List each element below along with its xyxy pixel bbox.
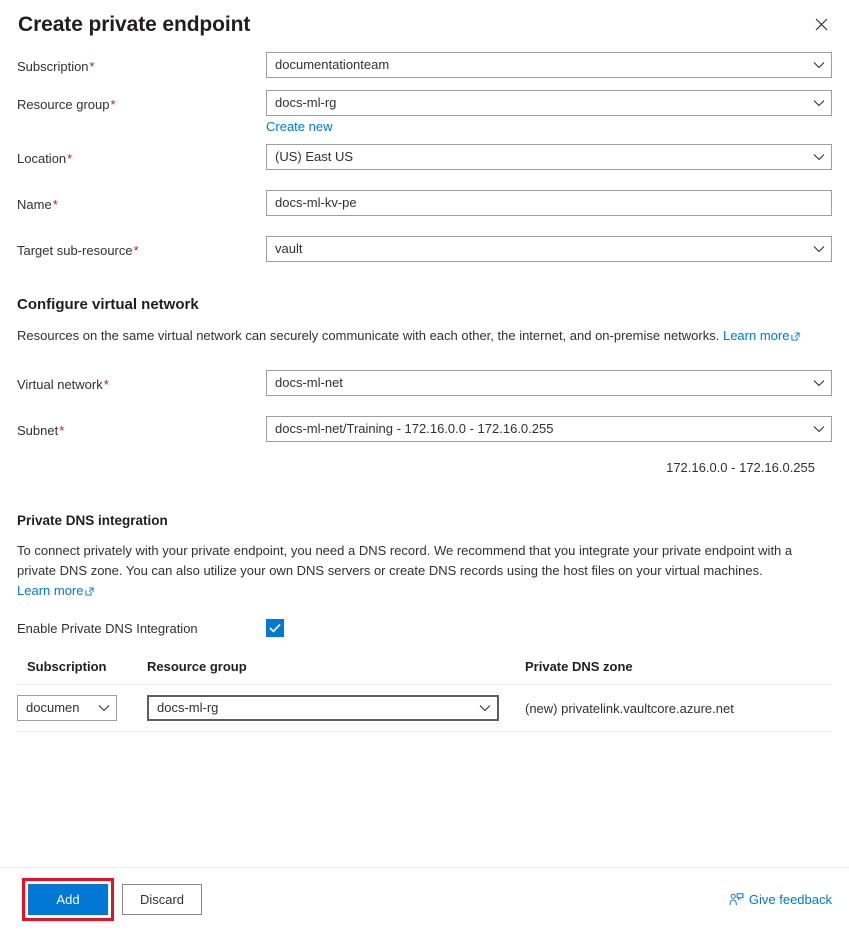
name-value: docs-ml-kv-pe: [275, 191, 825, 215]
label-location-text: Location: [17, 151, 66, 166]
table-header-row: Subscription Resource group Private DNS …: [17, 659, 832, 685]
label-subnet: Subnet*: [17, 416, 266, 444]
field-row-target-sub-resource: Target sub-resource* vault: [17, 236, 832, 264]
label-resource-group: Resource group*: [17, 90, 266, 118]
label-location: Location*: [17, 144, 266, 172]
required-asterisk: *: [59, 423, 64, 438]
external-link-icon: [85, 587, 94, 596]
page-title: Create private endpoint: [18, 10, 831, 40]
chevron-down-icon: [813, 99, 825, 107]
subscription-value: documentationteam: [275, 53, 807, 77]
virtual-network-value: docs-ml-net: [275, 371, 807, 395]
target-sub-resource-dropdown[interactable]: vault: [266, 236, 832, 262]
field-row-subscription: Subscription* documentationteam: [17, 52, 832, 80]
location-value: (US) East US: [275, 145, 807, 169]
row-subscription-dropdown[interactable]: documen: [17, 695, 117, 721]
subnet-value: docs-ml-net/Training - 172.16.0.0 - 172.…: [275, 417, 807, 441]
label-target-sub-resource-text: Target sub-resource: [17, 243, 133, 258]
enable-private-dns-checkbox[interactable]: [266, 619, 284, 637]
section-title-configure-virtual-network: Configure virtual network: [17, 296, 832, 313]
field-row-subnet: Subnet* docs-ml-net/Training - 172.16.0.…: [17, 416, 832, 444]
create-new-link[interactable]: Create new: [266, 119, 332, 134]
subnet-address-range: 172.16.0.0 - 172.16.0.255: [17, 460, 832, 475]
required-asterisk: *: [111, 97, 116, 112]
external-link-icon: [791, 332, 800, 341]
resource-group-value: docs-ml-rg: [275, 91, 807, 115]
chevron-down-icon: [479, 704, 491, 712]
label-target-sub-resource: Target sub-resource*: [17, 236, 266, 264]
control-target-sub-resource: vault: [266, 236, 832, 262]
vnet-learn-more-link[interactable]: Learn more: [723, 328, 789, 343]
required-asterisk: *: [53, 197, 58, 212]
vnet-description-text: Resources on the same virtual network ca…: [17, 328, 719, 343]
virtual-network-dropdown[interactable]: docs-ml-net: [266, 370, 832, 396]
field-row-location: Location* (US) East US: [17, 144, 832, 172]
control-virtual-network: docs-ml-net: [266, 370, 832, 396]
check-icon: [269, 623, 281, 633]
add-button-highlight: Add: [22, 878, 114, 921]
column-header-private-dns-zone: Private DNS zone: [525, 659, 832, 685]
location-dropdown[interactable]: (US) East US: [266, 144, 832, 170]
row-subscription-value: documen: [26, 696, 92, 720]
required-asterisk: *: [67, 151, 72, 166]
label-virtual-network: Virtual network*: [17, 370, 266, 398]
cell-private-dns-zone: (new) privatelink.vaultcore.azure.net: [525, 685, 832, 732]
label-virtual-network-text: Virtual network: [17, 377, 103, 392]
field-row-name: Name* docs-ml-kv-pe: [17, 190, 832, 218]
field-row-resource-group: Resource group* docs-ml-rg Create new: [17, 90, 832, 134]
control-subscription: documentationteam: [266, 52, 832, 78]
subscription-dropdown[interactable]: documentationteam: [266, 52, 832, 78]
target-sub-resource-value: vault: [275, 237, 807, 261]
label-subnet-text: Subnet: [17, 423, 58, 438]
dns-description: To connect privately with your private e…: [17, 541, 832, 601]
chevron-down-icon: [98, 704, 110, 712]
chevron-down-icon: [813, 61, 825, 69]
chevron-down-icon: [813, 379, 825, 387]
row-resource-group-value: docs-ml-rg: [157, 696, 473, 720]
resource-group-dropdown[interactable]: docs-ml-rg: [266, 90, 832, 116]
give-feedback-button[interactable]: Give feedback: [729, 892, 832, 907]
field-row-virtual-network: Virtual network* docs-ml-net: [17, 370, 832, 398]
cell-subscription: documen: [17, 685, 147, 732]
close-icon[interactable]: [805, 8, 837, 40]
label-resource-group-text: Resource group: [17, 97, 110, 112]
add-button[interactable]: Add: [28, 884, 108, 915]
required-asterisk: *: [90, 59, 95, 74]
panel-header: Create private endpoint: [0, 0, 849, 52]
column-header-subscription: Subscription: [17, 659, 147, 685]
chevron-down-icon: [813, 245, 825, 253]
label-subscription-text: Subscription: [17, 59, 89, 74]
required-asterisk: *: [104, 377, 109, 392]
give-feedback-label: Give feedback: [749, 892, 832, 907]
chevron-down-icon: [813, 153, 825, 161]
name-input[interactable]: docs-ml-kv-pe: [266, 190, 832, 216]
cell-resource-group: docs-ml-rg: [147, 685, 525, 732]
section-title-private-dns-integration: Private DNS integration: [17, 513, 832, 528]
column-header-resource-group: Resource group: [147, 659, 525, 685]
vnet-description: Resources on the same virtual network ca…: [17, 326, 832, 346]
subnet-dropdown[interactable]: docs-ml-net/Training - 172.16.0.0 - 172.…: [266, 416, 832, 442]
control-resource-group: docs-ml-rg Create new: [266, 90, 832, 134]
chevron-down-icon: [813, 425, 825, 433]
private-dns-zone-table: Subscription Resource group Private DNS …: [17, 659, 832, 732]
row-resource-group-dropdown[interactable]: docs-ml-rg: [147, 695, 499, 721]
control-subnet: docs-ml-net/Training - 172.16.0.0 - 172.…: [266, 416, 832, 442]
discard-button[interactable]: Discard: [122, 884, 202, 915]
control-location: (US) East US: [266, 144, 832, 170]
table-row: documen docs-ml-rg (new) privatelink.v: [17, 685, 832, 732]
footer-bar: Add Discard Give feedback: [0, 867, 849, 931]
required-asterisk: *: [134, 243, 139, 258]
label-name: Name*: [17, 190, 266, 218]
label-subscription: Subscription*: [17, 52, 266, 80]
enable-private-dns-row: Enable Private DNS Integration: [17, 619, 832, 637]
close-glyph: [815, 18, 828, 31]
label-name-text: Name: [17, 197, 52, 212]
dns-learn-more-link[interactable]: Learn more: [17, 583, 83, 598]
enable-private-dns-label: Enable Private DNS Integration: [17, 621, 266, 636]
control-name: docs-ml-kv-pe: [266, 190, 832, 216]
feedback-person-icon: [729, 893, 744, 907]
dns-description-text: To connect privately with your private e…: [17, 543, 792, 578]
form-body: Subscription* documentationteam Resource…: [0, 52, 849, 732]
